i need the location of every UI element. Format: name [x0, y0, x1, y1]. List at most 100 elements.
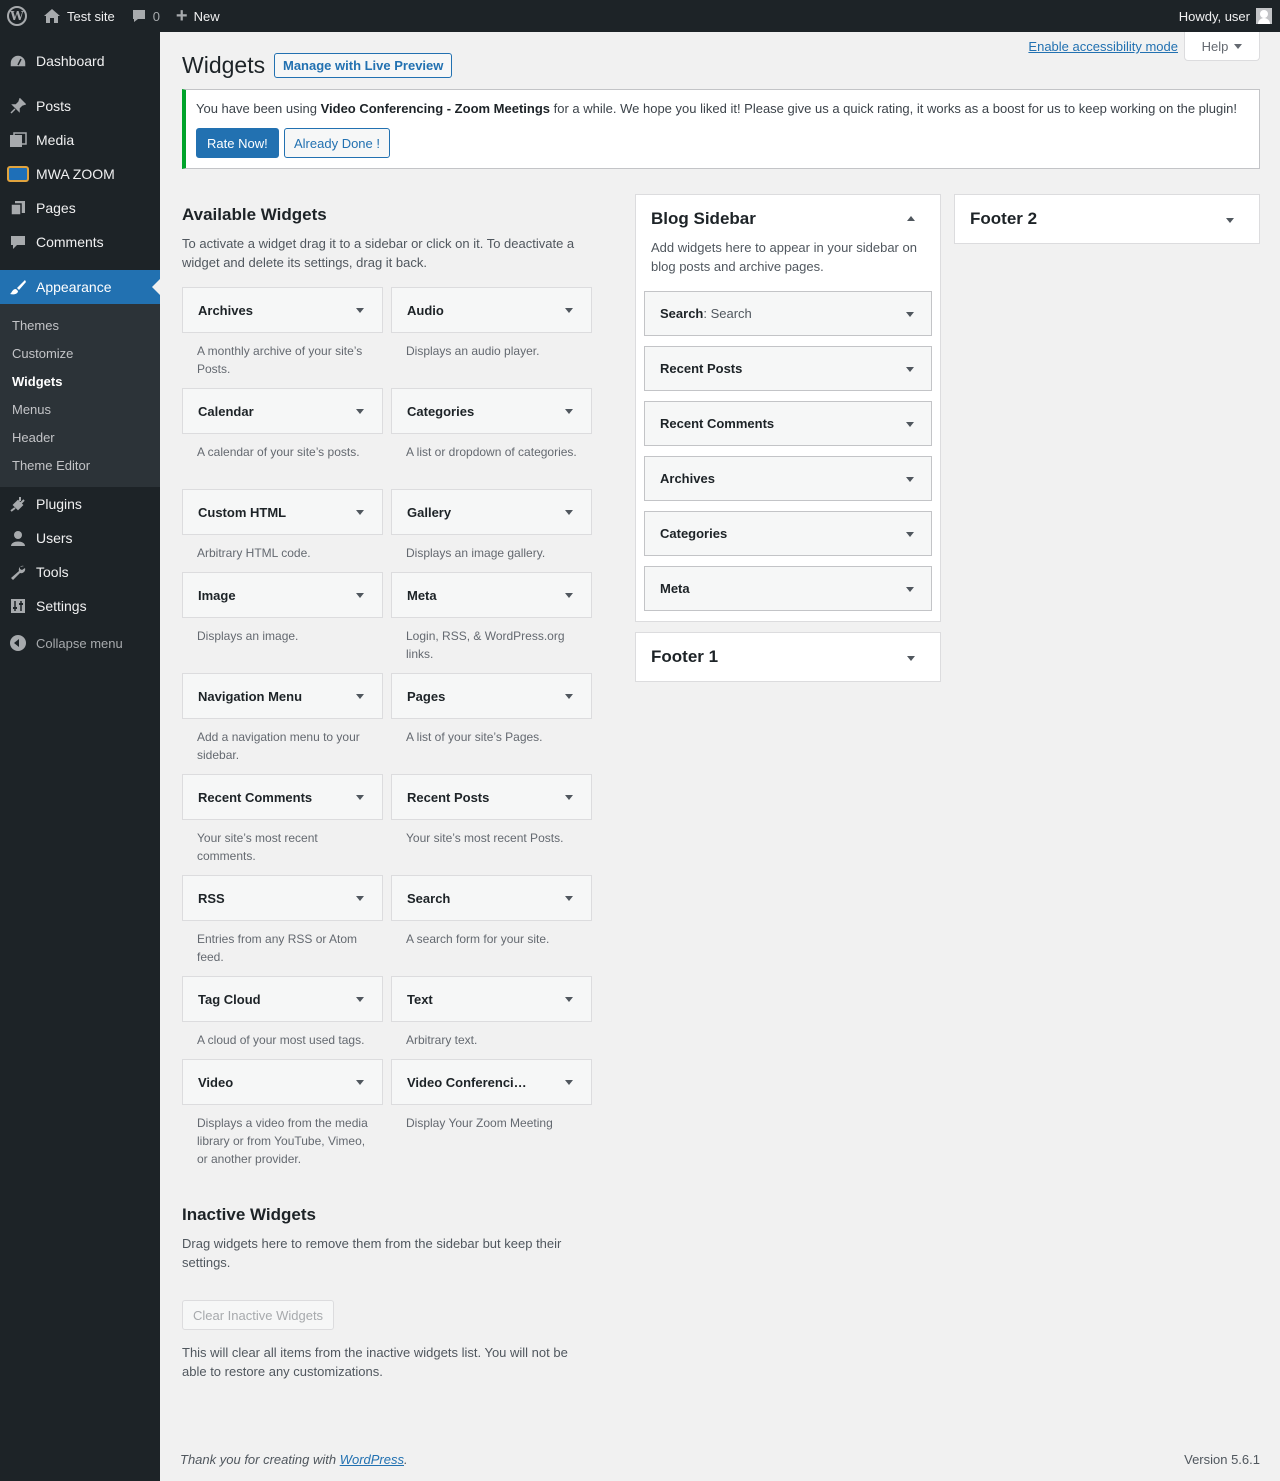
widget-description: Displays an image gallery. [406, 546, 546, 560]
sidebar-widget-meta[interactable]: Meta [644, 566, 932, 611]
wp-logo-menu[interactable]: W [0, 0, 35, 32]
widget-gallery[interactable]: Gallery [391, 489, 592, 535]
sidebar-widget-search[interactable]: Search: Search [644, 291, 932, 336]
widget-title: RSS [198, 890, 225, 906]
clear-inactive-widgets-button[interactable]: Clear Inactive Widgets [182, 1300, 335, 1330]
widget-title: Gallery [407, 504, 452, 520]
widget-archives[interactable]: Archives [182, 287, 383, 333]
caret-down-icon[interactable] [906, 477, 914, 482]
comments-link[interactable]: 0 [123, 0, 168, 32]
menu-media[interactable]: Media [0, 123, 160, 157]
caret-down-icon[interactable] [356, 795, 364, 800]
menu-settings[interactable]: Settings [0, 589, 160, 623]
enable-accessibility-link[interactable]: Enable accessibility mode [1028, 39, 1178, 54]
caret-down-icon[interactable] [356, 694, 364, 699]
menu-pages[interactable]: Pages [0, 191, 160, 225]
sidebar-widget-recent-posts[interactable]: Recent Posts [644, 346, 932, 391]
submenu-customize[interactable]: Customize [12, 346, 73, 361]
wordpress-link[interactable]: WordPress [340, 1452, 404, 1467]
widget-calendar[interactable]: Calendar [182, 388, 383, 434]
caret-down-icon[interactable] [565, 510, 573, 515]
menu-dashboard[interactable]: Dashboard [0, 44, 160, 78]
widget-rss[interactable]: RSS [182, 875, 383, 921]
caret-down-icon[interactable] [907, 656, 915, 661]
caret-down-icon[interactable] [565, 896, 573, 901]
submenu-menus[interactable]: Menus [12, 402, 51, 417]
rate-now-button[interactable]: Rate Now! [196, 128, 279, 158]
caret-down-icon[interactable] [906, 367, 914, 372]
footer-2-area[interactable]: Footer 2 [954, 194, 1260, 244]
sidebar-widget-recent-comments[interactable]: Recent Comments [644, 401, 932, 446]
new-content-link[interactable]: + New [168, 0, 228, 32]
widget-title: Archives [660, 471, 715, 486]
caret-down-icon [1234, 43, 1243, 49]
caret-down-icon[interactable] [906, 422, 914, 427]
menu-label: Comments [36, 234, 104, 250]
submenu-widgets[interactable]: Widgets [12, 374, 62, 389]
collapse-menu-button[interactable]: Collapse menu [0, 628, 123, 658]
widget-title: Pages [407, 688, 446, 704]
widget-title: Meta [407, 587, 437, 603]
caret-down-icon[interactable] [906, 312, 914, 317]
submenu-header[interactable]: Header [12, 430, 55, 445]
site-name-link[interactable]: Test site [35, 0, 123, 32]
submenu-themes[interactable]: Themes [12, 318, 59, 333]
caret-down-icon[interactable] [565, 795, 573, 800]
footer-version: Version 5.6.1 [1184, 1452, 1260, 1467]
widget-categories[interactable]: Categories [391, 388, 592, 434]
widget-search[interactable]: Search [391, 875, 592, 921]
menu-users[interactable]: Users [0, 521, 160, 555]
sidebar-widget-categories[interactable]: Categories [644, 511, 932, 556]
widget-pages[interactable]: Pages [391, 673, 592, 719]
widget-image[interactable]: Image [182, 572, 383, 618]
menu-appearance[interactable]: Appearance [0, 270, 160, 304]
menu-tools[interactable]: Tools [0, 555, 160, 589]
already-done-button[interactable]: Already Done ! [284, 128, 390, 158]
caret-down-icon[interactable] [356, 409, 364, 414]
inactive-widgets-description: Drag widgets here to remove them from th… [182, 1236, 562, 1270]
caret-down-icon[interactable] [356, 997, 364, 1002]
menu-plugins[interactable]: Plugins [0, 487, 160, 521]
caret-down-icon[interactable] [565, 409, 573, 414]
widget-tag-cloud[interactable]: Tag Cloud [182, 976, 383, 1022]
caret-down-icon[interactable] [356, 308, 364, 313]
menu-mwa-zoom[interactable]: MWA ZOOM [0, 157, 160, 191]
menu-comments[interactable]: Comments [0, 225, 160, 259]
widget-audio[interactable]: Audio [391, 287, 592, 333]
caret-down-icon[interactable] [565, 593, 573, 598]
widget-title: Archives [198, 302, 253, 318]
caret-up-icon[interactable] [907, 216, 915, 221]
live-preview-button[interactable]: Manage with Live Preview [274, 53, 453, 78]
caret-down-icon[interactable] [565, 1080, 573, 1085]
widget-recent-comments[interactable]: Recent Comments [182, 774, 383, 820]
menu-posts[interactable]: Posts [0, 89, 160, 123]
caret-down-icon[interactable] [565, 308, 573, 313]
submenu-theme-editor[interactable]: Theme Editor [12, 458, 90, 473]
blog-sidebar-area[interactable]: Blog Sidebar Add widgets here to appear … [635, 194, 941, 622]
caret-down-icon[interactable] [565, 997, 573, 1002]
caret-down-icon[interactable] [356, 1080, 364, 1085]
widget-meta[interactable]: Meta [391, 572, 592, 618]
widget-custom-html[interactable]: Custom HTML [182, 489, 383, 535]
sidebar-widget-archives[interactable]: Archives [644, 456, 932, 501]
widget-video[interactable]: Video [182, 1059, 383, 1105]
caret-down-icon[interactable] [906, 532, 914, 537]
widget-video-conferencing[interactable]: Video Conferenci… [391, 1059, 592, 1105]
help-button[interactable]: Help [1184, 32, 1260, 61]
my-account-menu[interactable]: Howdy, user [1179, 8, 1280, 24]
widget-title: Image [198, 587, 236, 603]
widget-navigation-menu[interactable]: Navigation Menu [182, 673, 383, 719]
home-icon [43, 8, 61, 24]
caret-down-icon[interactable] [565, 694, 573, 699]
widget-recent-posts[interactable]: Recent Posts [391, 774, 592, 820]
caret-down-icon[interactable] [356, 593, 364, 598]
caret-down-icon[interactable] [1226, 218, 1234, 223]
caret-down-icon[interactable] [356, 510, 364, 515]
help-label: Help [1201, 38, 1229, 54]
zoom-camera-icon [0, 166, 36, 182]
footer-1-area[interactable]: Footer 1 [635, 632, 941, 682]
caret-down-icon[interactable] [906, 587, 914, 592]
widget-description: A calendar of your site’s posts. [197, 445, 360, 459]
widget-text[interactable]: Text [391, 976, 592, 1022]
caret-down-icon[interactable] [356, 896, 364, 901]
